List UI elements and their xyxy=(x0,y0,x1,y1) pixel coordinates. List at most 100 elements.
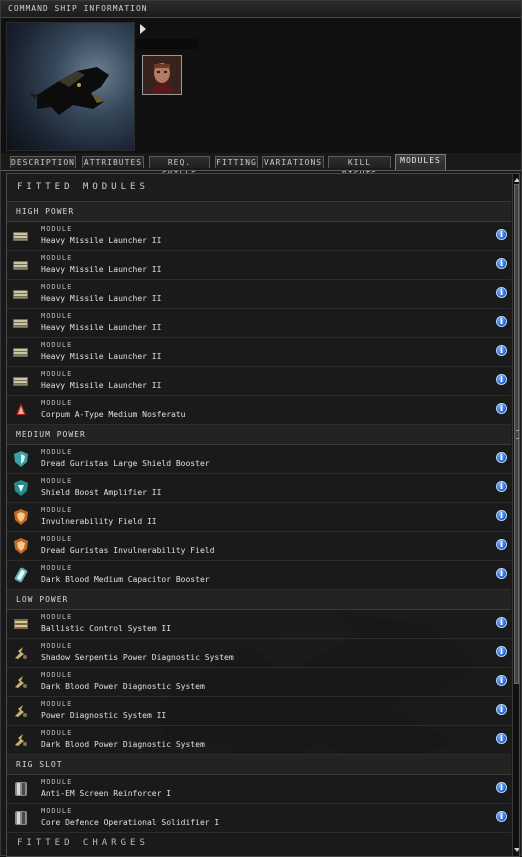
info-icon[interactable]: i xyxy=(496,510,507,521)
module-kind-label: MODULE xyxy=(41,613,73,621)
info-icon[interactable]: i xyxy=(496,287,507,298)
module-kind-label: MODULE xyxy=(41,399,73,407)
tab-description[interactable]: DESCRIPTION xyxy=(10,156,76,168)
module-row[interactable]: MODULE Heavy Missile Launcher II i xyxy=(7,338,511,367)
invulnerability-field-icon xyxy=(12,537,30,555)
module-name: Dread Guristas Invulnerability Field xyxy=(41,546,215,555)
power-diagnostic-icon xyxy=(12,731,30,749)
module-name: Dread Guristas Large Shield Booster xyxy=(41,459,210,468)
module-kind-label: MODULE xyxy=(41,506,73,514)
info-icon[interactable]: i xyxy=(496,539,507,550)
module-kind-label: MODULE xyxy=(41,283,73,291)
power-diagnostic-icon xyxy=(12,673,30,691)
module-row[interactable]: MODULE Anti-EM Screen Reinforcer I i xyxy=(7,775,511,804)
modules-panel: FITTED MODULES HIGH POWER MODULE Heavy Mis… xyxy=(6,173,520,857)
tab-fitting[interactable]: FITTING xyxy=(215,156,258,168)
module-row[interactable]: MODULE Heavy Missile Launcher II i xyxy=(7,367,511,396)
missile-launcher-icon xyxy=(12,372,30,390)
module-name: Anti-EM Screen Reinforcer I xyxy=(41,789,172,798)
module-kind-label: MODULE xyxy=(41,370,73,378)
group-header-medium-power: MEDIUM POWER xyxy=(7,425,511,445)
module-name: Heavy Missile Launcher II xyxy=(41,294,162,303)
pilot-face-icon xyxy=(143,56,181,94)
tab-variations[interactable]: VARIATIONS xyxy=(262,156,324,168)
ship-render-icon xyxy=(29,67,109,115)
info-icon[interactable]: i xyxy=(496,345,507,356)
module-kind-label: MODULE xyxy=(41,729,73,737)
power-diagnostic-icon xyxy=(12,644,30,662)
info-icon[interactable]: i xyxy=(496,568,507,579)
section-title-fitted-modules: FITTED MODULES xyxy=(7,174,511,202)
missile-launcher-icon xyxy=(12,256,30,274)
module-kind-label: MODULE xyxy=(41,312,73,320)
module-name: Shadow Serpentis Power Diagnostic System xyxy=(41,653,234,662)
module-name: Corpum A-Type Medium Nosferatu xyxy=(41,410,186,419)
rig-icon xyxy=(12,809,30,827)
missile-launcher-icon xyxy=(12,285,30,303)
nosferatu-icon xyxy=(12,401,30,419)
module-kind-label: MODULE xyxy=(41,671,73,679)
tab-kill-rights[interactable]: KILL RIGHTS xyxy=(328,156,391,179)
module-name: Heavy Missile Launcher II xyxy=(41,381,162,390)
shield-booster-icon xyxy=(12,450,30,468)
power-diagnostic-icon xyxy=(12,702,30,720)
info-icon[interactable]: i xyxy=(496,704,507,715)
window-titlebar[interactable]: COMMAND SHIP INFORMATION xyxy=(1,1,521,18)
module-row[interactable]: MODULE Heavy Missile Launcher II i xyxy=(7,280,511,309)
module-row[interactable]: MODULE Dark Blood Medium Capacitor Booste… xyxy=(7,561,511,590)
info-icon[interactable]: i xyxy=(496,374,507,385)
info-icon[interactable]: i xyxy=(496,733,507,744)
module-row[interactable]: MODULE Invulnerability Field II i xyxy=(7,503,511,532)
module-row[interactable]: MODULE Dread Guristas Large Shield Booste… xyxy=(7,445,511,474)
module-row[interactable]: MODULE Core Defence Operational Solidifie… xyxy=(7,804,511,833)
info-icon[interactable]: i xyxy=(496,258,507,269)
info-icon[interactable]: i xyxy=(496,646,507,657)
module-row[interactable]: MODULE Power Diagnostic System II i xyxy=(7,697,511,726)
info-icon[interactable]: i xyxy=(496,403,507,414)
module-row[interactable]: MODULE Shield Boost Amplifier II i xyxy=(7,474,511,503)
module-row[interactable]: MODULE Heavy Missile Launcher II i xyxy=(7,309,511,338)
module-kind-label: MODULE xyxy=(41,477,73,485)
info-icon[interactable]: i xyxy=(496,452,507,463)
missile-launcher-icon xyxy=(12,227,30,245)
module-row[interactable]: MODULE Shadow Serpentis Power Diagnostic … xyxy=(7,639,511,668)
section-title-fitted-charges: FITTED CHARGES xyxy=(17,838,149,848)
module-row[interactable]: MODULE Dark Blood Power Diagnostic System… xyxy=(7,726,511,755)
module-name: Dark Blood Power Diagnostic System xyxy=(41,740,205,749)
info-icon[interactable]: i xyxy=(496,229,507,240)
module-name: Ballistic Control System II xyxy=(41,624,172,633)
info-icon[interactable]: i xyxy=(496,811,507,822)
tab-attributes[interactable]: ATTRIBUTES xyxy=(82,156,144,168)
module-row[interactable]: MODULE Dark Blood Power Diagnostic System… xyxy=(7,668,511,697)
module-row[interactable]: MODULE Corpum A-Type Medium Nosferatu i xyxy=(7,396,511,425)
rig-icon xyxy=(12,780,30,798)
info-icon[interactable]: i xyxy=(496,675,507,686)
ship-header xyxy=(1,18,521,153)
info-icon[interactable]: i xyxy=(496,782,507,793)
pilot-portrait[interactable] xyxy=(142,55,182,95)
module-name: Power Diagnostic System II xyxy=(41,711,167,720)
info-icon[interactable]: i xyxy=(496,617,507,628)
info-icon[interactable]: i xyxy=(496,316,507,327)
invulnerability-field-icon xyxy=(12,508,30,526)
module-row[interactable]: MODULE Heavy Missile Launcher II i xyxy=(7,251,511,280)
module-row[interactable]: MODULE Dread Guristas Invulnerability Fie… xyxy=(7,532,511,561)
scroll-down-arrow-icon[interactable] xyxy=(514,848,519,852)
scrollbar[interactable] xyxy=(512,174,519,856)
tab-req-skills[interactable]: REQ. SKILLS xyxy=(149,156,210,179)
tab-modules[interactable]: MODULES xyxy=(395,154,446,170)
module-row[interactable]: MODULE Ballistic Control System II i xyxy=(7,610,511,639)
play-icon[interactable] xyxy=(140,24,146,34)
info-icon[interactable]: i xyxy=(496,481,507,492)
module-kind-label: MODULE xyxy=(41,341,73,349)
fitted-modules-list: FITTED MODULES HIGH POWER MODULE Heavy Mis… xyxy=(7,174,511,853)
ship-image[interactable] xyxy=(6,22,135,151)
module-row[interactable]: MODULE Heavy Missile Launcher II i xyxy=(7,222,511,251)
module-name: Heavy Missile Launcher II xyxy=(41,352,162,361)
module-kind-label: MODULE xyxy=(41,535,73,543)
scroll-thumb[interactable] xyxy=(514,184,519,684)
module-name: Dark Blood Medium Capacitor Booster xyxy=(41,575,210,584)
window-title: COMMAND SHIP INFORMATION xyxy=(8,4,148,13)
scroll-up-arrow-icon[interactable] xyxy=(514,178,519,182)
module-name: Shield Boost Amplifier II xyxy=(41,488,162,497)
